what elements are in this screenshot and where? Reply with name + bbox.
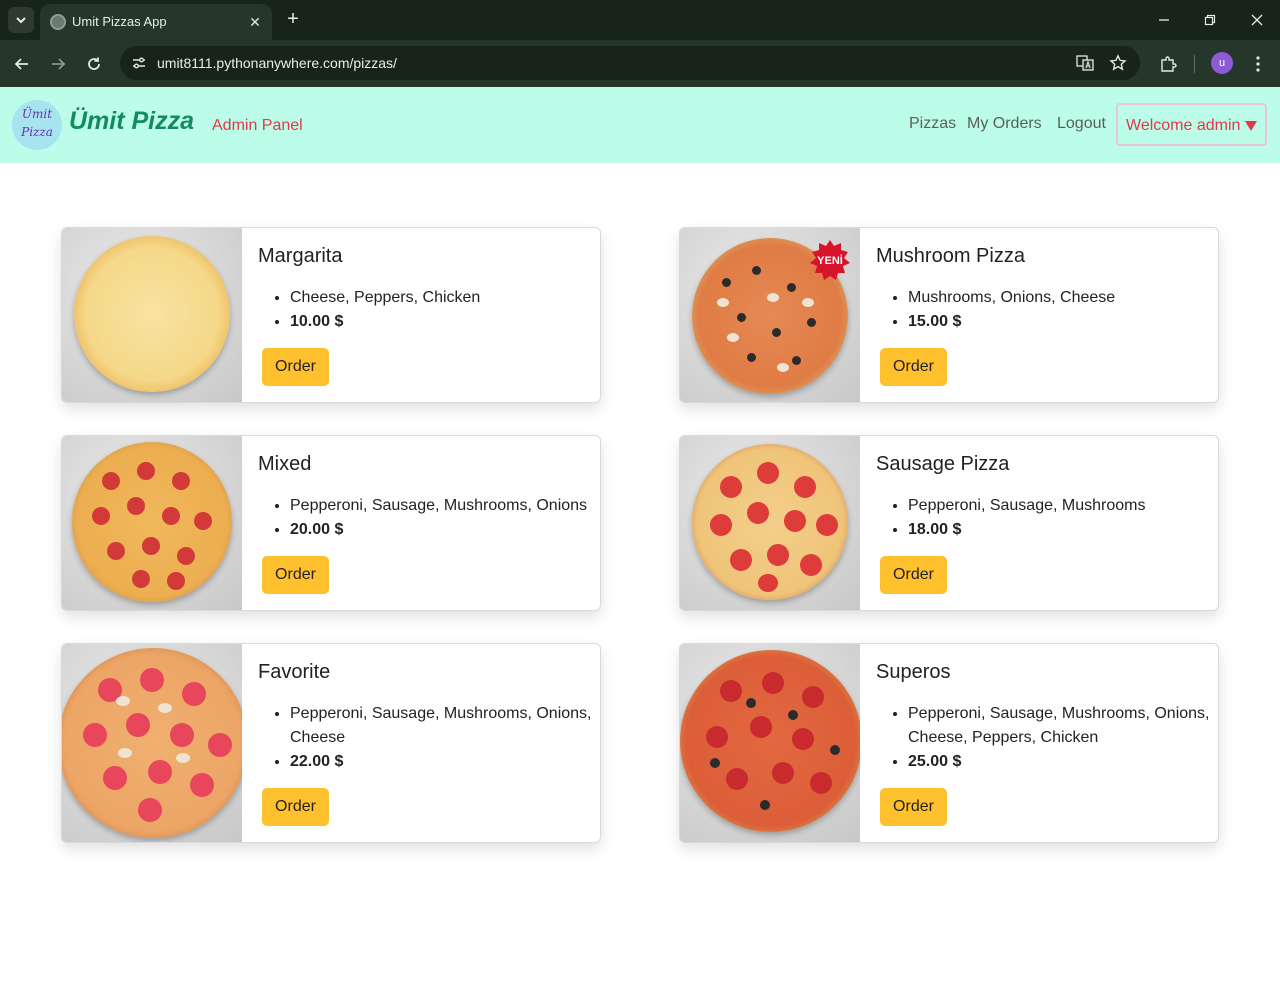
pizza-ingredients: Pepperoni, Sausage, Mushrooms	[908, 494, 1218, 518]
profile-avatar[interactable]: u	[1211, 52, 1233, 74]
reload-button[interactable]	[81, 51, 107, 77]
tab-search-button[interactable]	[8, 7, 34, 33]
url-text: umit8111.pythonanywhere.com/pizzas/	[157, 55, 397, 71]
globe-icon	[50, 14, 66, 30]
pizza-details: Pepperoni, Sausage, Mushrooms, Onions, C…	[908, 702, 1218, 774]
toolbar-separator	[1194, 55, 1195, 73]
order-button[interactable]: Order	[880, 556, 947, 594]
pizza-name: Mixed	[258, 453, 312, 475]
order-button[interactable]: Order	[262, 348, 329, 386]
order-button[interactable]: Order	[880, 348, 947, 386]
translate-icon[interactable]	[1074, 52, 1096, 74]
welcome-dropdown[interactable]: Welcome admin	[1116, 103, 1267, 146]
order-button[interactable]: Order	[262, 556, 329, 594]
pizza-name: Favorite	[258, 661, 331, 683]
arrow-right-icon	[52, 58, 66, 70]
pizza-name: Superos	[876, 661, 951, 683]
pizza-price: 25.00 $	[908, 750, 1218, 774]
tab-title: Umit Pizzas App	[72, 14, 167, 29]
brand-title[interactable]: Ümit Pizza	[69, 107, 194, 136]
pizza-card: Mixed Pepperoni, Sausage, Mushrooms, Oni…	[61, 435, 601, 611]
pizza-name: Margarita	[258, 245, 343, 267]
forward-button[interactable]	[45, 51, 71, 77]
pizza-price: 18.00 $	[908, 518, 1218, 542]
pizza-card: Superos Pepperoni, Sausage, Mushrooms, O…	[679, 643, 1219, 843]
restore-button[interactable]	[1198, 8, 1222, 32]
pizza-image	[62, 228, 242, 402]
reload-icon	[88, 57, 100, 70]
nav-link-my-orders[interactable]: My Orders	[967, 115, 1042, 133]
extensions-button[interactable]	[1155, 51, 1181, 77]
logo-text-line1: Ümit	[21, 107, 53, 121]
pizza-image: YENİ	[680, 228, 860, 402]
bookmark-star-icon[interactable]	[1107, 52, 1129, 74]
address-bar[interactable]: umit8111.pythonanywhere.com/pizzas/	[120, 46, 1140, 80]
tab-close-icon[interactable]: ✕	[246, 13, 264, 31]
nav-link-pizzas[interactable]: Pizzas	[909, 115, 956, 133]
back-button[interactable]	[9, 51, 35, 77]
order-button[interactable]: Order	[880, 788, 947, 826]
pizza-price: 15.00 $	[908, 310, 1218, 334]
pizza-image	[62, 644, 242, 842]
site-navbar: Ümit Pizza Ümit Pizza Admin Panel Pizzas…	[0, 87, 1280, 163]
pizza-details: Pepperoni, Sausage, Mushrooms 18.00 $	[908, 494, 1218, 542]
site-logo[interactable]: Ümit Pizza	[12, 100, 62, 150]
pizza-card: Margarita Cheese, Peppers, Chicken 10.00…	[61, 227, 601, 403]
pizza-details: Pepperoni, Sausage, Mushrooms, Onions, C…	[290, 702, 600, 774]
nav-link-logout[interactable]: Logout	[1057, 115, 1106, 133]
pizza-name: Mushroom Pizza	[876, 245, 1025, 267]
pizza-price: 22.00 $	[290, 750, 600, 774]
browser-toolbar: umit8111.pythonanywhere.com/pizzas/	[0, 40, 1280, 87]
pizza-details: Pepperoni, Sausage, Mushrooms, Onions 20…	[290, 494, 600, 542]
pizza-ingredients: Pepperoni, Sausage, Mushrooms, Onions	[290, 494, 600, 518]
pizza-image	[680, 644, 860, 842]
pizza-ingredients: Pepperoni, Sausage, Mushrooms, Onions, C…	[908, 702, 1218, 750]
pizza-details: Mushrooms, Onions, Cheese 15.00 $	[908, 286, 1218, 334]
new-tab-button[interactable]: +	[282, 8, 304, 30]
pizza-image	[680, 436, 860, 610]
arrow-left-icon	[14, 58, 28, 70]
pizza-details: Cheese, Peppers, Chicken 10.00 $	[290, 286, 600, 334]
order-button[interactable]: Order	[262, 788, 329, 826]
pizza-name: Sausage Pizza	[876, 453, 1010, 475]
pizza-card: Sausage Pizza Pepperoni, Sausage, Mushro…	[679, 435, 1219, 611]
pizza-ingredients: Cheese, Peppers, Chicken	[290, 286, 600, 310]
welcome-label: Welcome admin	[1126, 117, 1241, 134]
puzzle-icon	[1161, 56, 1177, 72]
minimize-icon	[1159, 19, 1169, 21]
caret-down-icon	[1245, 121, 1257, 131]
pizza-image	[62, 436, 242, 610]
new-badge: YENİ	[810, 240, 850, 280]
admin-panel-link[interactable]: Admin Panel	[212, 117, 303, 135]
pizza-price: 20.00 $	[290, 518, 600, 542]
more-vertical-icon	[1256, 56, 1260, 72]
pizza-price: 10.00 $	[290, 310, 600, 334]
pizza-card: Favorite Pepperoni, Sausage, Mushrooms, …	[61, 643, 601, 843]
browser-tab[interactable]: Umit Pizzas App ✕	[40, 4, 272, 40]
close-icon	[1251, 14, 1263, 26]
pizza-ingredients: Pepperoni, Sausage, Mushrooms, Onions, C…	[290, 702, 600, 750]
menu-button[interactable]	[1245, 51, 1271, 77]
pizza-card: YENİ Mushroom Pizza Mushrooms, Onions, C…	[679, 227, 1219, 403]
close-window-button[interactable]	[1245, 8, 1269, 32]
minimize-button[interactable]	[1152, 8, 1176, 32]
site-info-icon[interactable]	[128, 52, 150, 74]
chevron-down-icon	[16, 17, 26, 24]
browser-tab-bar: Umit Pizzas App ✕ +	[0, 0, 1280, 40]
new-badge-label: YENİ	[817, 254, 843, 267]
logo-text-line2: Pizza	[21, 125, 53, 139]
pizza-ingredients: Mushrooms, Onions, Cheese	[908, 286, 1218, 310]
restore-icon	[1204, 14, 1216, 26]
